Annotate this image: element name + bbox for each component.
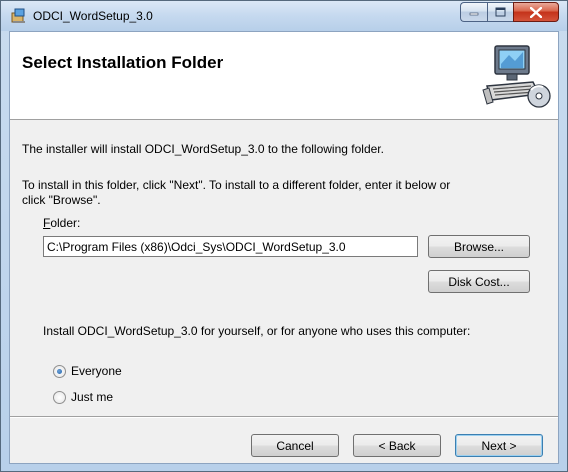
instruction-text-line1: To install in this folder, click "Next".… <box>22 178 451 192</box>
close-icon <box>530 6 542 18</box>
browse-button[interactable]: Browse... <box>428 235 530 258</box>
everyone-radio-label[interactable]: Everyone <box>71 364 122 379</box>
radio-selected-dot <box>57 369 62 374</box>
disk-cost-button[interactable]: Disk Cost... <box>428 270 530 293</box>
install-for-label: Install ODCI_WordSetup_3.0 for yourself,… <box>43 324 471 338</box>
folder-label: Folder: <box>43 216 80 231</box>
just-me-radio[interactable] <box>53 391 66 404</box>
footer-separator <box>10 416 558 418</box>
minimize-icon <box>469 12 479 16</box>
window-title: ODCI_WordSetup_3.0 <box>33 9 153 23</box>
close-button[interactable] <box>513 2 559 22</box>
next-button[interactable]: Next > <box>455 434 543 457</box>
installer-icon <box>10 8 27 24</box>
intro-text: The installer will install ODCI_WordSetu… <box>22 142 384 156</box>
back-button[interactable]: < Back <box>353 434 441 457</box>
dialog-client-area: Select Installation Folder The installer… <box>9 31 559 464</box>
folder-path-input[interactable] <box>43 236 418 257</box>
folder-label-rest: older: <box>50 216 81 230</box>
instruction-text-line2: click "Browse". <box>22 193 101 207</box>
everyone-radio[interactable] <box>53 365 66 378</box>
title-bar[interactable]: ODCI_WordSetup_3.0 <box>1 1 567 31</box>
maximize-button[interactable] <box>487 2 513 22</box>
cancel-button[interactable]: Cancel <box>251 434 339 457</box>
just-me-radio-label[interactable]: Just me <box>71 390 113 405</box>
installer-window: ODCI_WordSetup_3.0 Select Installation F… <box>0 0 568 472</box>
maximize-icon <box>495 7 506 17</box>
header-banner: Select Installation Folder <box>10 32 558 120</box>
page-title: Select Installation Folder <box>22 53 224 72</box>
caption-buttons <box>460 2 559 22</box>
computer-cd-icon <box>479 42 551 112</box>
minimize-button[interactable] <box>460 2 487 22</box>
